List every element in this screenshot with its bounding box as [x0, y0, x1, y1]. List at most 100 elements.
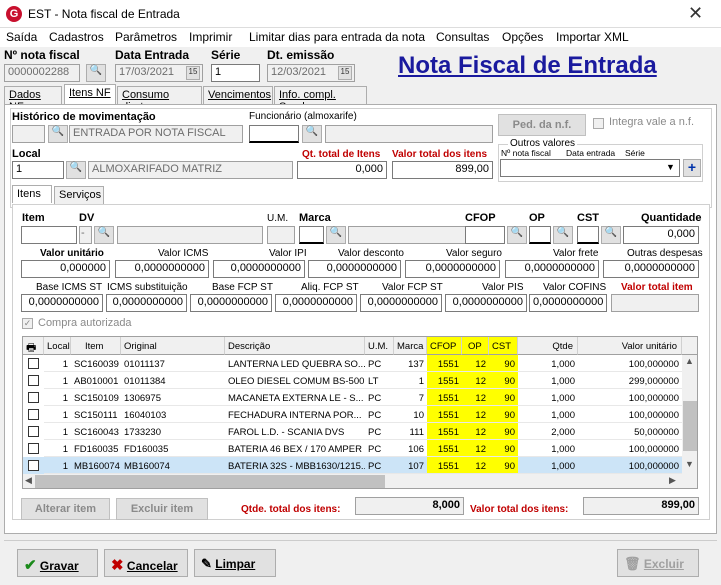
base-fcp-st-input[interactable]: 0,0000000000 [190, 294, 272, 312]
binoculars-icon[interactable]: 🔍 [48, 125, 68, 143]
aliq-fcp-st-input[interactable]: 0,0000000000 [275, 294, 357, 312]
funcionario-code-input[interactable] [249, 125, 299, 143]
marca-input[interactable] [299, 226, 324, 244]
binoculars-icon[interactable]: 🔍 [66, 161, 86, 179]
cell-local: 1 [44, 457, 71, 474]
menu-opcoes[interactable]: Opções [502, 30, 543, 44]
grid-header-marca[interactable]: Marca [394, 337, 427, 355]
valor-desconto-input[interactable]: 0,0000000000 [308, 260, 401, 278]
binoculars-icon[interactable]: 🔍 [553, 226, 573, 244]
scroll-left-icon[interactable]: ◀ [25, 475, 32, 486]
tab-vencimentos[interactable]: Vencimentos [203, 86, 273, 104]
historico-code-input[interactable] [12, 125, 45, 143]
valor-frete-input[interactable]: 0,0000000000 [505, 260, 599, 278]
icms-substituicao-input[interactable]: 0,0000000000 [106, 294, 187, 312]
printer-icon[interactable]: 🖶 [23, 337, 44, 355]
quantidade-input[interactable]: 0,000 [623, 226, 699, 244]
add-outros-button[interactable]: + [683, 159, 701, 177]
cancelar-button[interactable]: ✖ Cancelar [104, 549, 188, 577]
um-input [267, 226, 295, 244]
valor-cofins-input[interactable]: 0,0000000000 [529, 294, 607, 312]
op-input[interactable] [529, 226, 551, 244]
cell-op: 12 [462, 355, 489, 372]
grid-header-descricao[interactable]: Descrição [225, 337, 365, 355]
row-checkbox[interactable] [28, 392, 39, 403]
binoculars-icon[interactable]: 🔍 [326, 226, 346, 244]
qt-total-label: Qt. total de Itens [302, 149, 381, 160]
gravar-button[interactable]: ✔ Gravar [17, 549, 98, 577]
grid-vscroll-thumb[interactable] [683, 401, 697, 451]
dv-input[interactable]: - [79, 226, 92, 244]
excluir-button[interactable]: 🗑 Excluir [617, 549, 699, 577]
menu-limitar-dias[interactable]: Limitar dias para entrada da nota [249, 30, 425, 44]
row-checkbox[interactable] [28, 443, 39, 454]
binoculars-icon[interactable]: 🔍 [86, 64, 106, 82]
cell-op: 12 [462, 406, 489, 423]
chevron-down-icon[interactable]: ▼ [666, 162, 675, 172]
grid-hscroll-thumb[interactable] [35, 475, 385, 488]
tab-consumo-direto[interactable]: Consumo direto [117, 86, 202, 113]
compra-autorizada-checkbox[interactable]: ✓ [22, 318, 33, 329]
scroll-up-icon[interactable]: ▲ [685, 356, 694, 366]
grid-header-op[interactable]: OP [462, 337, 489, 355]
menu-saida[interactable]: Saída [6, 30, 37, 44]
valor-unitario-input[interactable]: 0,000000 [21, 260, 110, 278]
row-checkbox[interactable] [28, 426, 39, 437]
cfop-input[interactable] [465, 226, 505, 244]
valor-ipi-input[interactable]: 0,0000000000 [213, 260, 305, 278]
grid-header-cfop[interactable]: CFOP [427, 337, 462, 355]
close-icon[interactable]: ✕ [688, 3, 703, 24]
tab-dados-nf[interactable]: Dados NF [4, 86, 62, 113]
valor-seguro-input[interactable]: 0,0000000000 [405, 260, 500, 278]
cell-cfop: 1551 [427, 457, 462, 474]
excluir-item-button[interactable]: Excluir item [116, 498, 208, 520]
alterar-item-button[interactable]: Alterar item [21, 498, 110, 520]
tab-info-compl-sped[interactable]: Info. compl. Sped [274, 86, 367, 113]
ped-nf-button[interactable]: Ped. da n.f. [498, 114, 586, 136]
subtab-itens[interactable]: Itens [12, 185, 52, 203]
nota-input[interactable]: 0000002288 [4, 64, 80, 82]
menu-cadastros[interactable]: Cadastros [49, 30, 104, 44]
binoculars-icon[interactable]: 🔍 [507, 226, 527, 244]
row-checkbox[interactable] [28, 358, 39, 369]
valor-pis-input[interactable]: 0,0000000000 [445, 294, 527, 312]
tab-itens-nf[interactable]: Itens NF [64, 84, 116, 104]
valor-icms-input[interactable]: 0,0000000000 [115, 260, 209, 278]
cell-qtde: 1,000 [518, 457, 578, 474]
grid-header-original[interactable]: Original [121, 337, 225, 355]
row-checkbox[interactable] [28, 460, 39, 471]
row-checkbox[interactable] [28, 409, 39, 420]
grid-header-um[interactable]: U.M. [365, 337, 394, 355]
base-icms-st-input[interactable]: 0,0000000000 [21, 294, 103, 312]
grid-header-qtde[interactable]: Qtde [518, 337, 578, 355]
scroll-down-icon[interactable]: ▼ [685, 459, 694, 469]
cancelar-label: Cancelar [126, 559, 178, 573]
calendar-icon[interactable]: 15 [338, 66, 352, 80]
menu-parametros[interactable]: Parâmetros [115, 30, 177, 44]
menu-consultas[interactable]: Consultas [436, 30, 489, 44]
local-code-input[interactable]: 1 [12, 161, 64, 179]
cst-input[interactable] [577, 226, 599, 244]
grid-header-local[interactable]: Local [44, 337, 71, 355]
menu-imprimir[interactable]: Imprimir [189, 30, 232, 44]
item-input[interactable] [21, 226, 77, 244]
scroll-right-icon[interactable]: ▶ [669, 475, 676, 486]
subtab-servicos[interactable]: Serviços [54, 186, 104, 204]
serie-input[interactable]: 1 [211, 64, 260, 82]
outras-despesas-input[interactable]: 0,0000000000 [603, 260, 699, 278]
valor-total-itens-input: 899,00 [583, 497, 699, 515]
binoculars-icon[interactable]: 🔍 [94, 226, 114, 244]
calendar-icon[interactable]: 15 [186, 66, 200, 80]
outros-valores-select[interactable] [500, 159, 680, 177]
row-checkbox[interactable] [28, 375, 39, 386]
grid-header-cst[interactable]: CST [489, 337, 518, 355]
binoculars-icon[interactable]: 🔍 [302, 125, 322, 143]
menu-importar-xml[interactable]: Importar XML [556, 30, 629, 44]
limpar-button[interactable]: ✎ Limpar [194, 549, 276, 577]
integra-checkbox[interactable] [593, 118, 604, 129]
outros-nota-col: Nº nota fiscal [501, 148, 551, 158]
binoculars-icon[interactable]: 🔍 [601, 226, 621, 244]
grid-header-item[interactable]: Item [71, 337, 121, 355]
grid-header-valor-unitario[interactable]: Valor unitário [578, 337, 682, 355]
valor-fcp-st-input[interactable]: 0,0000000000 [360, 294, 442, 312]
